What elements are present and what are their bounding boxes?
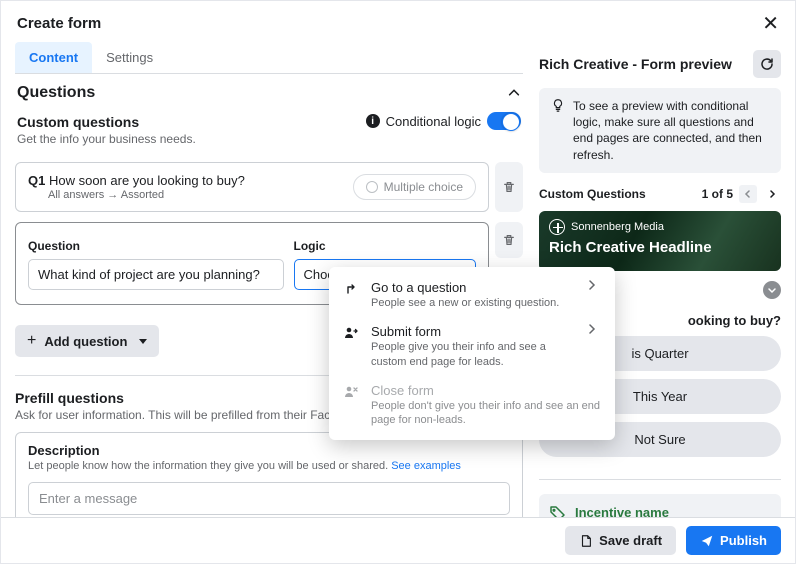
dropdown-close-form[interactable]: Close form People don't give you their i… — [329, 376, 615, 435]
caret-down-icon — [139, 339, 147, 344]
bulb-icon — [551, 98, 565, 163]
arrow-turn-icon — [341, 281, 361, 297]
logic-dropdown: Go to a question People see a new or exi… — [329, 267, 615, 440]
refresh-button[interactable] — [753, 50, 781, 78]
q1-text: How soon are you looking to buy? — [49, 173, 245, 188]
overview-toggle[interactable] — [763, 281, 781, 299]
delete-q2-button[interactable] — [495, 222, 523, 258]
footer: Save draft Publish — [1, 517, 795, 563]
refresh-icon — [759, 56, 775, 72]
pager-prev-button[interactable] — [739, 185, 757, 203]
conditional-logic-label: Conditional logic — [386, 114, 481, 129]
chevron-up-icon[interactable] — [507, 86, 521, 100]
document-icon — [579, 534, 593, 548]
question-row-1: Q1 How soon are you looking to buy? All … — [15, 162, 523, 212]
plus-icon: + — [27, 332, 36, 350]
preview-banner: Sonnenberg Media Rich Creative Headline — [539, 211, 781, 271]
conditional-logic-toggle[interactable] — [487, 112, 521, 130]
person-close-icon — [341, 384, 361, 400]
radio-icon — [366, 181, 378, 193]
brand-name: Sonnenberg Media — [571, 221, 664, 233]
person-submit-icon — [341, 325, 361, 341]
send-icon — [700, 534, 714, 548]
section-title: Questions — [17, 84, 95, 102]
chevron-right-icon — [587, 280, 603, 290]
save-draft-button[interactable]: Save draft — [565, 526, 676, 555]
chevron-right-icon — [587, 324, 603, 334]
chevron-down-icon — [767, 285, 777, 295]
tabs: Content Settings — [15, 42, 523, 74]
description-card: Description Let people know how the info… — [15, 432, 523, 524]
pager-next-button[interactable] — [763, 185, 781, 203]
pager-count: 1 of 5 — [702, 187, 733, 201]
banner-headline: Rich Creative Headline — [549, 239, 771, 256]
tab-content[interactable]: Content — [15, 42, 92, 73]
trash-icon — [502, 233, 516, 247]
delete-q1-button[interactable] — [495, 162, 523, 212]
q1-label: Q1 — [28, 173, 45, 188]
q2-question-input[interactable]: What kind of project are you planning? — [28, 259, 284, 290]
description-title: Description — [28, 443, 510, 458]
publish-button[interactable]: Publish — [686, 526, 781, 555]
info-icon[interactable]: i — [366, 114, 380, 128]
custom-questions-title: Custom questions — [17, 114, 196, 130]
close-icon[interactable]: ✕ — [762, 11, 779, 36]
description-sub: Let people know how the information they… — [28, 460, 510, 472]
trash-icon — [502, 180, 516, 194]
pager: Custom Questions 1 of 5 — [539, 185, 781, 203]
modal-title: Create form — [17, 15, 101, 32]
chevron-left-icon — [744, 190, 752, 198]
custom-questions-desc: Get the info your business needs. — [17, 132, 196, 146]
dropdown-goto-question[interactable]: Go to a question People see a new or exi… — [329, 273, 615, 317]
preview-notice: To see a preview with conditional logic,… — [539, 88, 781, 173]
multiple-choice-chip: Multiple choice — [353, 174, 476, 200]
pager-label: Custom Questions — [539, 187, 646, 201]
dropdown-submit-form[interactable]: Submit form People give you their info a… — [329, 317, 615, 376]
q1-sub: All answers → Assorted — [28, 189, 245, 201]
description-input[interactable]: Enter a message — [28, 482, 510, 515]
q2-question-header: Question — [28, 239, 284, 253]
preview-title: Rich Creative - Form preview — [539, 56, 732, 72]
q2-logic-header: Logic — [294, 239, 477, 253]
tab-settings[interactable]: Settings — [92, 42, 167, 73]
chevron-right-icon — [768, 190, 776, 198]
brand-icon — [549, 219, 565, 235]
divider — [539, 479, 781, 480]
see-examples-link[interactable]: See examples — [391, 460, 461, 472]
add-question-button[interactable]: + Add question — [15, 325, 159, 357]
